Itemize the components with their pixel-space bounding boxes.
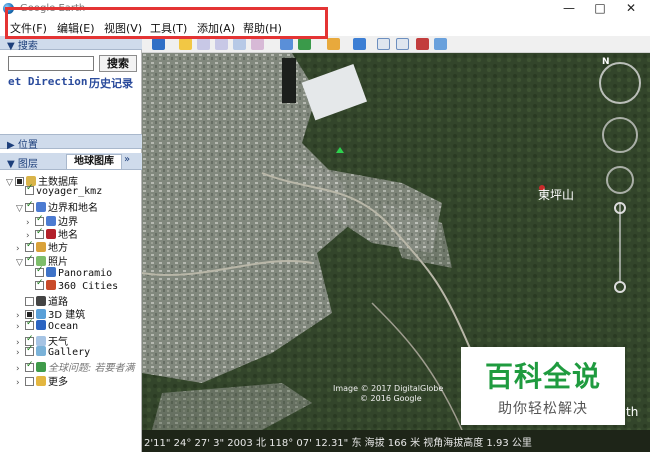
historical-imagery-icon[interactable] (280, 38, 293, 50)
layer-label: Gallery (48, 347, 91, 358)
ruler-icon[interactable] (353, 38, 366, 50)
globe-icon (36, 362, 46, 372)
layer-label: Ocean (48, 321, 79, 332)
layer-row[interactable]: ›边界 (26, 213, 78, 228)
layer-checkbox[interactable] (25, 344, 34, 356)
tab-earth-gallery[interactable]: 地球图库 (66, 154, 122, 169)
folder-icon (36, 376, 46, 386)
building-icon (36, 309, 46, 319)
layer-checkbox[interactable] (15, 177, 24, 186)
flag-icon (46, 216, 56, 226)
attribution-google: © 2016 Google (360, 394, 422, 403)
attribution-imagery: Image © 2017 DigitalGlobe (333, 384, 444, 393)
layer-row[interactable]: ›地名 (26, 226, 78, 241)
places-panel-header[interactable]: ▶ 位置 (0, 134, 142, 151)
email-icon[interactable] (377, 38, 390, 50)
watermark-badge: 百科全说 助你轻松解决 (461, 347, 625, 425)
print-icon[interactable] (396, 38, 409, 50)
close-button[interactable]: ✕ (617, 0, 645, 18)
sidebar: ▼ 搜索 搜索 et Direction 历史记录 ▶ 位置 ▼ 图层 地球图库… (0, 36, 142, 452)
layer-checkbox[interactable] (25, 200, 34, 212)
polygon-icon[interactable] (197, 38, 210, 50)
search-button[interactable]: 搜索 (99, 55, 137, 72)
expand-toggle-icon[interactable]: ▽ (16, 258, 25, 268)
maps-icon[interactable] (434, 38, 447, 50)
layer-checkbox[interactable] (25, 183, 34, 195)
sidebar-toggle-icon[interactable] (152, 38, 165, 50)
layer-checkbox[interactable] (35, 227, 44, 239)
dot-icon (46, 229, 56, 239)
coordinates-readout: 2'11" 24° 27' 3" 2003 北 118° 07' 12.31" … (144, 438, 532, 449)
history-link[interactable]: 历史记录 (89, 75, 133, 91)
layer-checkbox[interactable] (35, 214, 44, 226)
layer-row[interactable]: ›全球问题: 若要者满 (16, 359, 135, 374)
layer-row[interactable]: ›天气 (16, 333, 68, 348)
layer-label: 360 Cities (58, 281, 119, 292)
flag-icon (36, 202, 46, 212)
map-trailing-text: th (626, 405, 639, 419)
minimize-button[interactable]: — (555, 0, 583, 18)
layer-row[interactable]: voyager_kmz (16, 183, 103, 199)
search-panel-title: ▼ 搜索 (7, 41, 38, 52)
layer-row[interactable]: › Ocean (16, 318, 79, 333)
expand-toggle-icon[interactable]: › (16, 348, 25, 358)
layer-row[interactable]: 360 Cities (26, 278, 119, 293)
layer-row[interactable]: › Gallery (16, 344, 91, 359)
layer-checkbox[interactable] (25, 297, 34, 306)
road-icon (36, 296, 46, 306)
layer-row[interactable]: ›地方 (16, 239, 68, 254)
panoramio-icon (46, 267, 56, 277)
place-label[interactable]: 東坪山 (538, 186, 574, 203)
layer-row[interactable]: › 更多 (16, 373, 68, 388)
layer-checkbox[interactable] (25, 377, 34, 386)
expand-toggle-icon[interactable]: ▽ (16, 204, 25, 214)
maximize-button[interactable]: □ (586, 0, 614, 18)
tab-more-arrow[interactable]: » (124, 154, 130, 165)
sun-icon[interactable] (298, 38, 311, 50)
gallery-icon (36, 346, 46, 356)
weather-icon (36, 336, 46, 346)
expand-toggle-icon[interactable]: › (16, 322, 25, 332)
watermark-title: 百科全说 (484, 360, 601, 393)
layer-checkbox[interactable] (35, 278, 44, 290)
expand-toggle-icon[interactable]: › (16, 378, 25, 388)
layer-checkbox[interactable] (25, 360, 34, 372)
watermark-subtitle: 助你轻松解决 (498, 401, 588, 417)
overlay-icon[interactable] (233, 38, 246, 50)
layer-row[interactable]: 道路 (16, 293, 68, 308)
tour-icon[interactable] (251, 38, 264, 50)
layer-label: voyager_kmz (36, 186, 103, 197)
layer-row[interactable]: ▽边界和地名 (16, 199, 98, 214)
expand-toggle-icon[interactable]: ▽ (6, 178, 15, 188)
places-panel-title: ▶ 位置 (7, 140, 38, 151)
planets-icon[interactable] (327, 38, 340, 50)
layer-checkbox[interactable] (25, 318, 34, 330)
compass-north-label: N (602, 57, 610, 67)
layer-label: 更多 (48, 377, 68, 388)
status-bar: 2'11" 24° 27' 3" 2003 北 118° 07' 12.31" … (142, 430, 650, 452)
layer-row[interactable]: ▽ 主数据库 (6, 173, 78, 188)
layer-label: Panoramio (58, 268, 113, 279)
layer-checkbox[interactable] (25, 254, 34, 266)
ocean-icon (36, 320, 46, 330)
placemark-icon[interactable] (179, 38, 192, 50)
search-input[interactable] (8, 56, 94, 71)
get-directions-link[interactable]: et Direction (8, 75, 87, 88)
layer-checkbox[interactable] (35, 265, 44, 277)
layers-panel-title: ▼ 图层 (7, 159, 38, 170)
save-image-icon[interactable] (416, 38, 429, 50)
path-icon[interactable] (215, 38, 228, 50)
layers-panel-header[interactable]: ▼ 图层 地球图库 » (0, 153, 142, 170)
menu-highlight-box (5, 7, 328, 39)
cities-icon (46, 280, 56, 290)
layer-checkbox[interactable] (25, 240, 34, 252)
place-icon (36, 242, 46, 252)
